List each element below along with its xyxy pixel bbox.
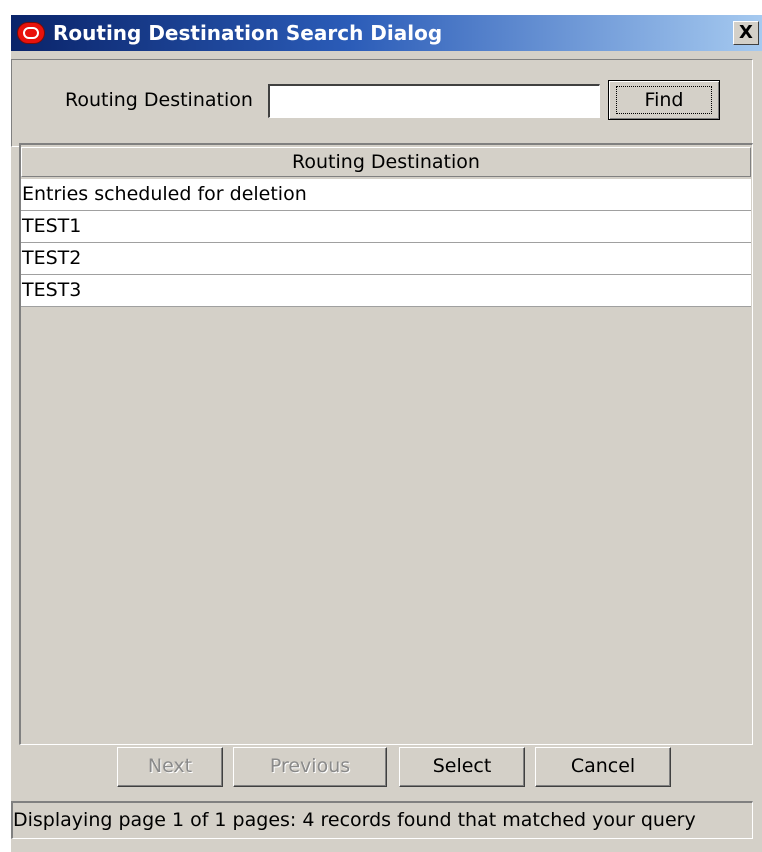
table-row[interactable]: TEST3 [21,275,751,307]
title-bar[interactable]: Routing Destination Search Dialog X [11,15,762,51]
routing-destination-input[interactable] [268,84,600,118]
oracle-logo-icon [17,22,45,44]
previous-button[interactable]: Previous [233,747,387,787]
search-dialog: Routing Destination Search Dialog X Rout… [10,14,762,852]
results-rows: Entries scheduled for deletion TEST1 TES… [21,179,751,307]
search-panel: Routing Destination Find [11,59,753,147]
button-bar: Next Previous Select Cancel [11,737,753,789]
close-button[interactable]: X [733,21,759,45]
select-button[interactable]: Select [399,747,525,787]
routing-destination-label: Routing Destination [65,89,253,111]
results-table: Routing Destination Entries scheduled fo… [19,143,753,745]
find-button-label: Find [616,86,712,114]
table-row[interactable]: TEST1 [21,211,751,243]
column-header-routing-destination[interactable]: Routing Destination [21,147,751,177]
find-button[interactable]: Find [608,80,720,120]
cancel-button[interactable]: Cancel [535,747,671,787]
table-row[interactable]: Entries scheduled for deletion [21,179,751,211]
next-button[interactable]: Next [117,747,223,787]
status-bar: Displaying page 1 of 1 pages: 4 records … [11,801,753,839]
dialog-title: Routing Destination Search Dialog [53,21,443,45]
table-row[interactable]: TEST2 [21,243,751,275]
